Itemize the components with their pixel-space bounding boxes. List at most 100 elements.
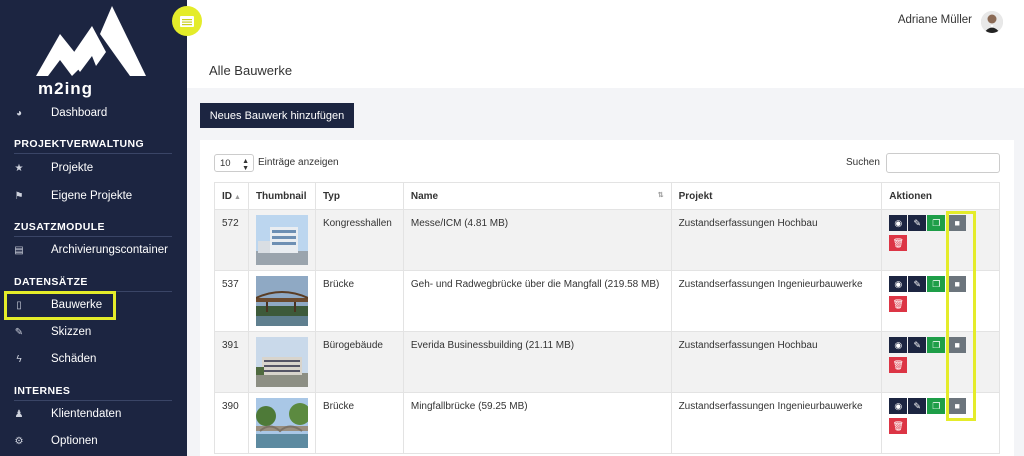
edit-button[interactable]: ✎ [908,337,927,353]
table-row: 537 Brücke Geh- und Radwegbrücke über di… [214,270,1000,332]
cell-projekt: Zustandserfassungen Hochbau [670,209,883,271]
cell-actions: ◉ ✎ ❐ ■ 🗑 [881,331,1000,393]
column-header-name[interactable]: Name ⇅ [402,182,672,210]
copy-button[interactable]: ❐ [927,215,946,231]
table-row: 390 Brücke Mingfallbrücke (59.25 MB) Zus… [214,392,1000,454]
copy-icon: ❐ [932,339,941,350]
trash-icon: 🗑 [892,359,904,370]
sidebar-toggle-button[interactable] [172,6,202,36]
page-title: Alle Bauwerke [209,63,293,78]
sidebar-item-klientendaten[interactable]: ♟ Klientendaten [0,401,187,427]
cell-thumbnail[interactable] [247,270,316,332]
column-header-thumbnail[interactable]: Thumbnail [247,182,316,210]
cell-id: 390 [214,392,249,454]
view-button[interactable]: ◉ [889,276,908,292]
section-zusatzmodule: ZUSATZMODULE [14,221,105,233]
star-icon: ★ [14,162,24,174]
cell-thumbnail[interactable] [247,392,316,454]
section-internes: INTERNES [14,385,71,397]
column-header-typ[interactable]: Typ [314,182,404,210]
copy-button[interactable]: ❐ [927,398,946,414]
delete-button[interactable]: 🗑 [889,235,908,251]
cell-actions: ◉ ✎ ❐ ■ 🗑 [881,209,1000,271]
cell-projekt: Zustandserfassungen Ingenieurbauwerke [670,270,883,332]
avatar[interactable] [981,11,1003,33]
sidebar-item-eigene-projekte[interactable]: ⚑ Eigene Projekte [0,183,187,209]
page-header: Alle Bauwerke [187,46,1024,88]
sidebar-item-schaeden[interactable]: ϟ Schäden [0,346,187,372]
sidebar: m2ing ◕ Dashboard PROJEKTVERWALTUNG ★ Pr… [0,0,187,456]
gauge-icon: ◕ [15,107,23,119]
cell-name: Geh- und Radwegbrücke über die Mangfall … [402,270,672,332]
search-input[interactable] [886,153,1000,173]
cell-actions: ◉ ✎ ❐ ■ 🗑 [881,392,1000,454]
delete-button[interactable]: 🗑 [889,418,908,434]
pencil-icon: ✎ [913,339,922,350]
add-bauwerk-button[interactable]: Neues Bauwerk hinzufügen [200,103,354,128]
thumbnail-image [255,337,308,387]
view-button[interactable]: ◉ [889,337,908,353]
table-card: 10 ▲ ▼ Einträge anzeigen Suchen ID ▲ Thumb… [200,140,1014,456]
sidebar-item-dashboard[interactable]: ◕ Dashboard [0,100,187,126]
trash-icon: 🗑 [892,237,904,248]
delete-button[interactable]: 🗑 [889,296,908,312]
cell-name: Everida Businessbuilding (21.11 MB) [402,331,672,393]
column-header-projekt[interactable]: Projekt [670,182,883,210]
pencil-icon: ✎ [913,217,922,228]
sidebar-item-skizzen[interactable]: ✎ Skizzen [0,319,187,345]
section-projektverwaltung: PROJEKTVERWALTUNG [14,138,145,150]
sort-arrows-icon: ▲ ▼ [242,158,249,172]
eye-icon: ◉ [894,217,903,228]
eye-icon: ◉ [894,400,903,411]
copy-icon: ❐ [932,400,941,411]
pencil-square-icon: ✎ [14,326,24,338]
sort-asc-icon: ▲ [234,193,241,201]
trash-icon: 🗑 [892,420,904,431]
pencil-icon: ✎ [913,278,922,289]
copy-button[interactable]: ❐ [927,276,946,292]
user-name[interactable]: Adriane Müller [898,14,972,26]
view-button[interactable]: ◉ [889,215,908,231]
sidebar-item-archivierungscontainer[interactable]: ▤ Archivierungscontainer [0,237,187,263]
trash-icon: 🗑 [892,298,904,309]
thumbnail-image [255,276,308,326]
cell-id: 572 [214,209,249,271]
topbar: Adriane Müller [187,0,1024,46]
sidebar-item-optionen[interactable]: ⚙ Optionen [0,428,187,454]
person-icon: ♟ [14,408,24,420]
column-header-id[interactable]: ID ▲ [214,182,249,210]
edit-button[interactable]: ✎ [908,276,927,292]
copy-icon: ❐ [932,278,941,289]
view-button[interactable]: ◉ [889,398,908,414]
pencil-icon: ✎ [913,400,922,411]
entries-length-select[interactable]: 10 ▲ ▼ [214,154,254,172]
cell-name: Messe/ICM (4.81 MB) [402,209,672,271]
bolt-icon: ϟ [16,353,22,365]
sort-icon: ⇅ [657,191,664,199]
cell-actions: ◉ ✎ ❐ ■ 🗑 [881,270,1000,332]
divider [14,153,172,154]
cell-projekt: Zustandserfassungen Hochbau [670,331,883,393]
table-row: 572 Kongresshallen Messe/ICM (4.81 MB) Z… [214,209,1000,271]
edit-button[interactable]: ✎ [908,215,927,231]
eye-icon: ◉ [894,339,903,350]
table-row: 391 Bürogebäude Everida Businessbuilding… [214,331,1000,393]
cell-typ: Brücke [314,392,404,454]
copy-icon: ❐ [932,217,941,228]
cell-thumbnail[interactable] [247,331,316,393]
delete-button[interactable]: 🗑 [889,357,908,373]
eye-icon: ◉ [894,278,903,289]
cell-projekt: Zustandserfassungen Ingenieurbauwerke [670,392,883,454]
cell-thumbnail[interactable] [247,209,316,271]
copy-button[interactable]: ❐ [927,337,946,353]
cell-typ: Kongresshallen [314,209,404,271]
cell-typ: Bürogebäude [314,331,404,393]
edit-button[interactable]: ✎ [908,398,927,414]
flag-icon: ⚑ [14,190,24,202]
sidebar-item-projekte[interactable]: ★ Projekte [0,155,187,181]
logo-text: m2ing [38,79,94,98]
highlight-box [946,211,976,421]
thumbnail-image [255,215,308,265]
search-label: Suchen [846,157,880,168]
cell-name: Mingfallbrücke (59.25 MB) [402,392,672,454]
